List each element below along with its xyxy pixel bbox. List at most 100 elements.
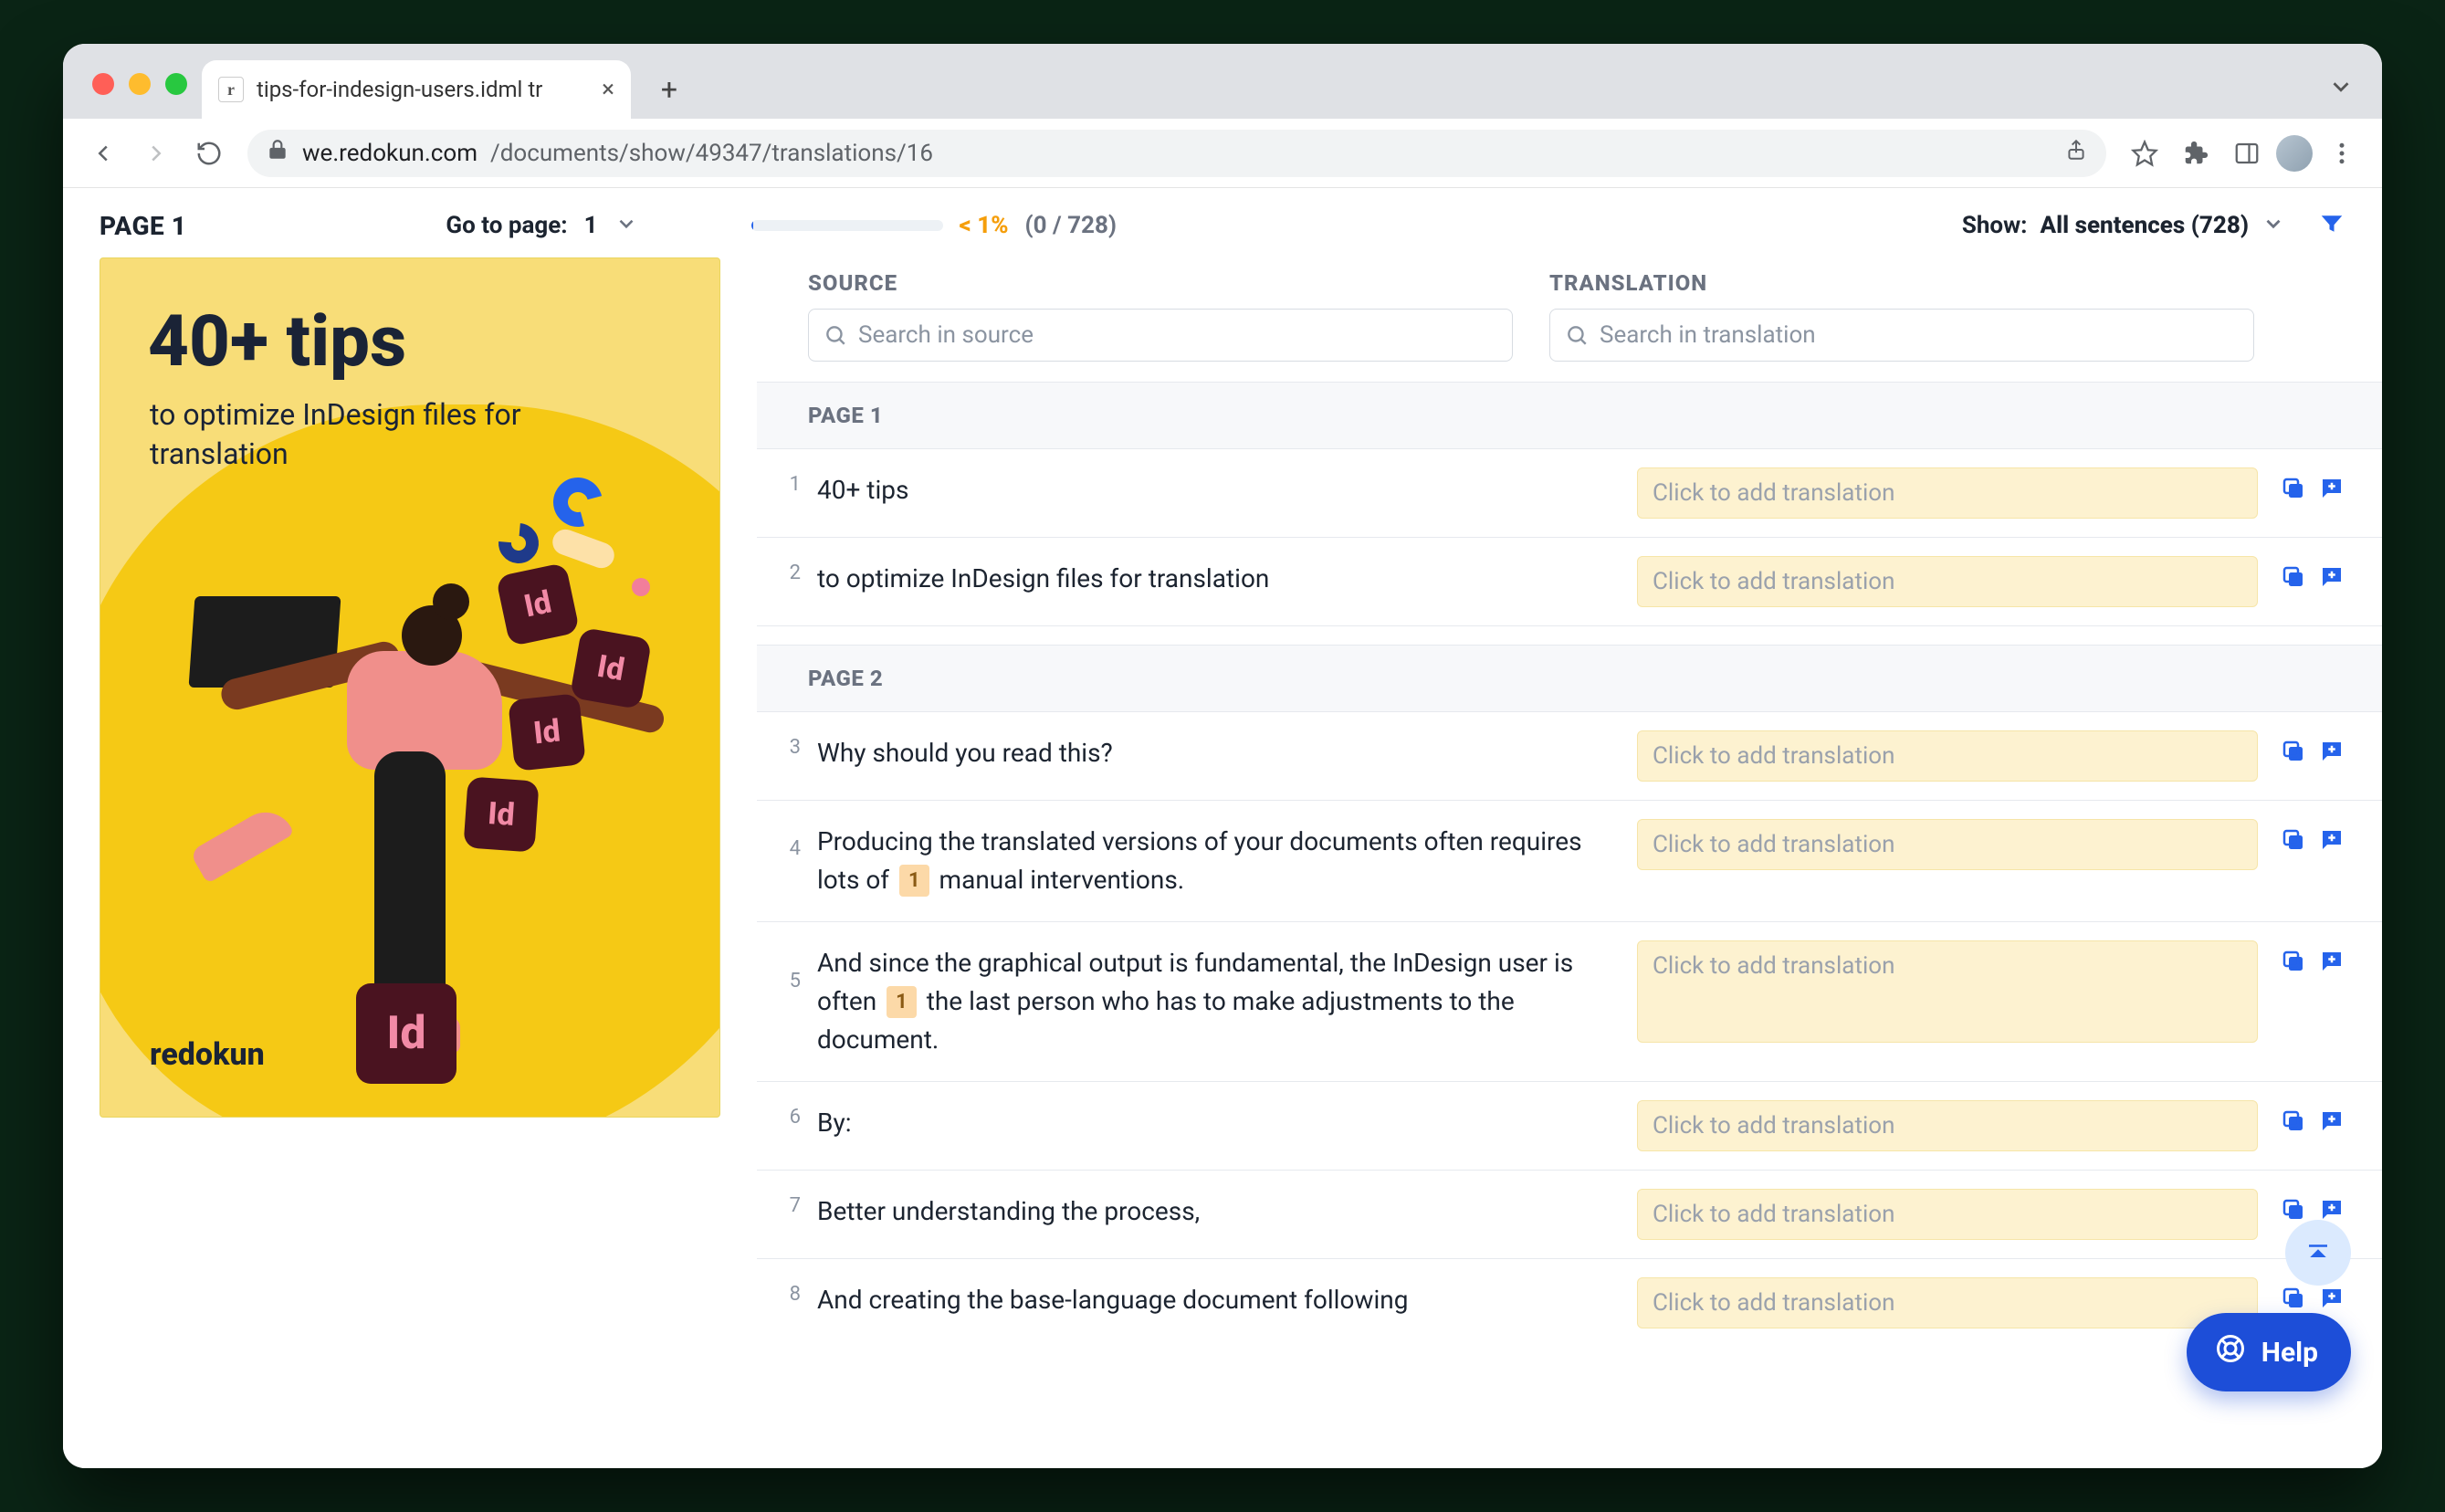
add-comment-icon[interactable] [2318,563,2345,591]
preview-subtitle: to optimize InDesign files for translati… [150,395,542,474]
editor-pane: SOURCE TRANSLATION [757,257,2382,1468]
current-page-label: PAGE 1 [100,211,186,241]
add-comment-icon[interactable] [2318,948,2345,975]
copy-source-icon[interactable] [2280,1285,2307,1312]
segment-row: 1 40+ tips Click to add translation [757,449,2382,538]
show-filter-dropdown[interactable]: All sentences (728) [2041,212,2250,239]
profile-avatar[interactable] [2276,135,2313,172]
add-comment-icon[interactable] [2318,475,2345,502]
segment-number: 1 [773,467,801,496]
copy-source-icon[interactable] [2280,1196,2307,1223]
copy-source-icon[interactable] [2280,826,2307,854]
id-icon: Id [508,693,586,772]
segment-number: 2 [773,556,801,584]
filter-icon[interactable] [2318,210,2345,241]
id-icon: Id [463,776,539,852]
segment-row: 6 By: Click to add translation [757,1082,2382,1171]
lifebuoy-icon [2214,1332,2247,1372]
id-icon: Id [496,562,581,647]
goto-page[interactable]: Go to page: 1 [446,212,637,239]
copy-source-icon[interactable] [2280,738,2307,765]
browser-tab[interactable]: r tips-for-indesign-users.idml tr × [202,60,631,119]
nav-reload-button[interactable] [187,131,231,175]
window-close-button[interactable] [92,73,114,95]
nav-forward-button[interactable] [134,131,178,175]
search-icon [824,323,847,347]
search-icon [1565,323,1589,347]
progress: < 1% (0 / 728) [751,212,1117,239]
segment-source[interactable]: Producing the translated versions of you… [810,819,1628,903]
window-minimize-button[interactable] [129,73,151,95]
goto-page-value: 1 [577,212,605,239]
help-button[interactable]: Help [2187,1313,2351,1391]
preview-pane: 40+ tips to optimize InDesign files for … [63,257,757,1468]
segment-source[interactable]: And creating the base-language document … [810,1277,1628,1323]
preview-title: 40+ tips [148,300,406,383]
add-comment-icon[interactable] [2318,1108,2345,1135]
chevron-down-icon [614,212,638,239]
window-zoom-button[interactable] [165,73,187,95]
share-icon[interactable] [2064,138,2088,168]
search-source[interactable] [808,309,1513,362]
favicon-icon: r [218,77,244,102]
segment-translation-input[interactable]: Click to add translation [1637,1100,2258,1151]
tag-marker[interactable]: 1 [887,986,917,1018]
segment-row: 8 And creating the base-language documen… [757,1259,2382,1347]
segment-translation-input[interactable]: Click to add translation [1637,1189,2258,1240]
add-comment-icon[interactable] [2318,1285,2345,1312]
copy-source-icon[interactable] [2280,475,2307,502]
new-tab-button[interactable]: + [644,64,695,115]
page-header: PAGE 2 [757,645,2382,712]
segment-row: 4 Producing the translated versions of y… [757,801,2382,922]
segment-number: 8 [773,1277,801,1306]
segment-translation-input[interactable]: Click to add translation [1637,556,2258,607]
id-icon: Id [356,983,456,1084]
tab-close-button[interactable]: × [602,78,614,101]
id-icon: Id [570,627,652,709]
scroll-to-top-button[interactable] [2285,1220,2351,1286]
segment-translation-input[interactable]: Click to add translation [1637,467,2258,519]
segment-number: 7 [773,1189,801,1217]
segment-translation-input[interactable]: Click to add translation [1637,940,2258,1043]
bookmark-icon[interactable] [2123,131,2167,175]
add-comment-icon[interactable] [2318,826,2345,854]
progress-bar [751,220,943,231]
tab-title: tips-for-indesign-users.idml tr [257,77,542,102]
segment-number: 5 [773,940,801,992]
nav-back-button[interactable] [81,131,125,175]
toolbar: we.redokun.com/documents/show/49347/tran… [63,119,2382,188]
search-source-input[interactable] [858,321,1497,349]
kebab-menu-icon[interactable] [2320,131,2364,175]
copy-source-icon[interactable] [2280,563,2307,591]
url-path: /documents/show/49347/translations/16 [490,140,933,167]
segment-translation-input[interactable]: Click to add translation [1637,730,2258,782]
side-panel-icon[interactable] [2225,131,2269,175]
segment-row: 7 Better understanding the process, Clic… [757,1171,2382,1259]
search-translation[interactable] [1549,309,2254,362]
segment-source[interactable]: 40+ tips [810,467,1628,513]
page-preview[interactable]: 40+ tips to optimize InDesign files for … [100,257,720,1118]
segment-translation-input[interactable]: Click to add translation [1637,1277,2258,1328]
tabs-overflow-button[interactable] [2327,73,2355,104]
address-bar[interactable]: we.redokun.com/documents/show/49347/tran… [247,130,2106,177]
search-translation-input[interactable] [1600,321,2239,349]
segment-source[interactable]: Better understanding the process, [810,1189,1628,1234]
page-header: PAGE 1 [757,382,2382,449]
segment-source[interactable]: And since the graphical output is fundam… [810,940,1628,1063]
extensions-icon[interactable] [2174,131,2218,175]
segment-source[interactable]: Why should you read this? [810,730,1628,776]
url-host: we.redokun.com [302,140,477,167]
add-comment-icon[interactable] [2318,738,2345,765]
copy-source-icon[interactable] [2280,948,2307,975]
progress-percent: < 1% [960,212,1009,239]
help-label: Help [2261,1337,2318,1369]
segment-number: 3 [773,730,801,759]
segment-source[interactable]: to optimize InDesign files for translati… [810,556,1628,602]
tag-marker[interactable]: 1 [899,865,929,897]
segment-row: 2 to optimize InDesign files for transla… [757,538,2382,626]
segment-translation-input[interactable]: Click to add translation [1637,819,2258,870]
goto-page-label: Go to page: [446,212,567,239]
column-header-source: SOURCE [808,270,1513,296]
segment-source[interactable]: By: [810,1100,1628,1146]
copy-source-icon[interactable] [2280,1108,2307,1135]
